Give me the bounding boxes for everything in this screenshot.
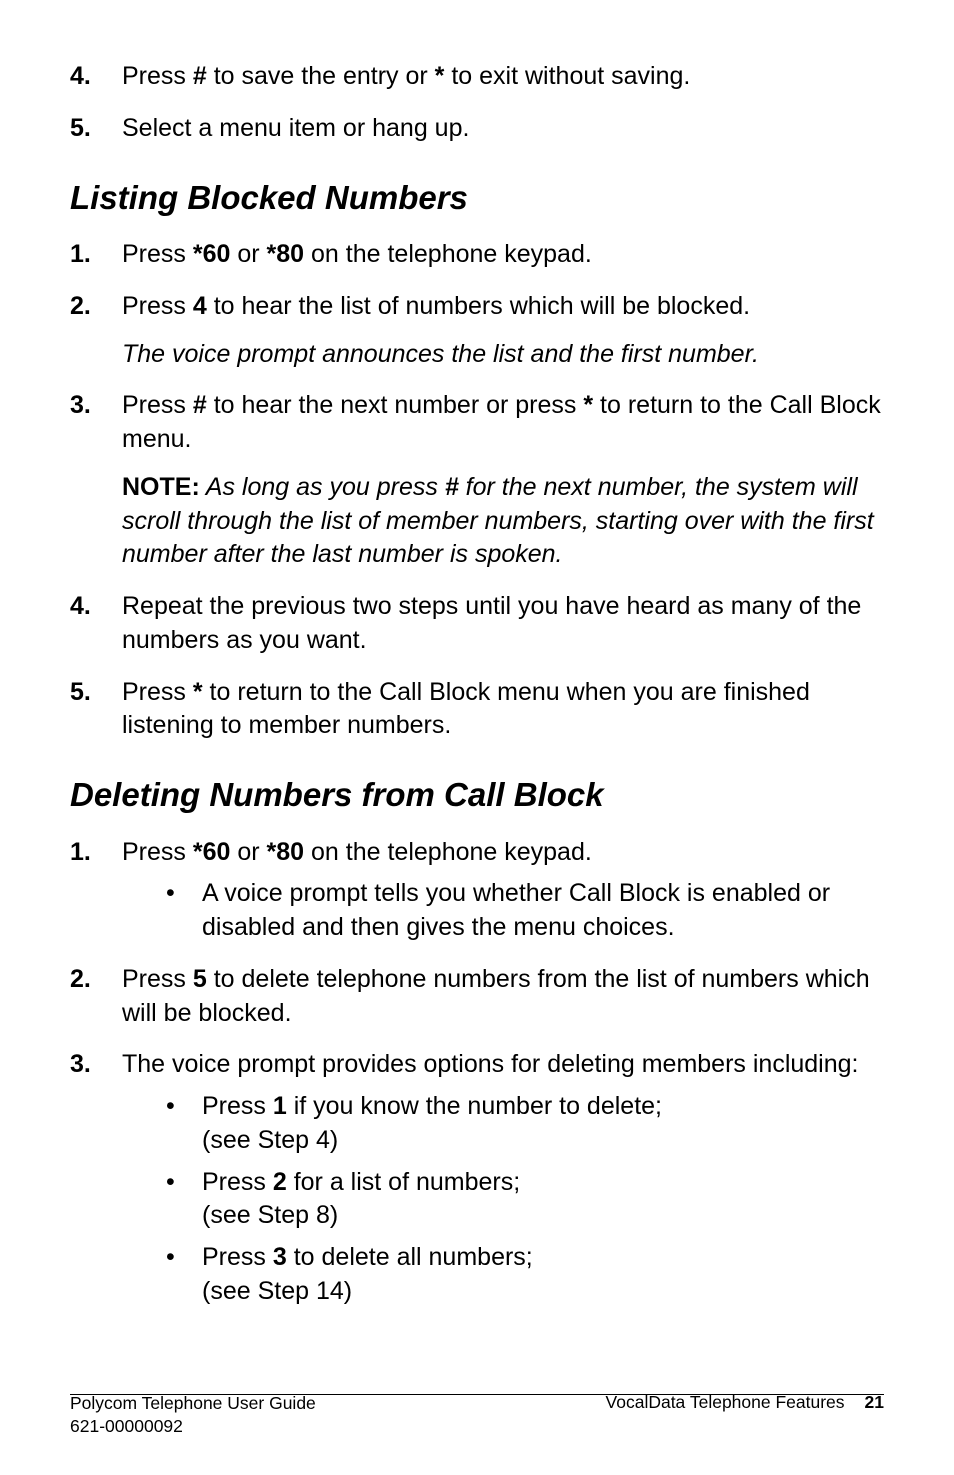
list-number: 3.	[70, 389, 122, 572]
list-item-a4: 4. Repeat the previous two steps until y…	[70, 590, 884, 658]
list-item-b3: 3. The voice prompt provides options for…	[70, 1048, 884, 1308]
note-block: NOTE: As long as you press # for the nex…	[122, 471, 884, 572]
footer-left: Polycom Telephone User Guide 621-0000009…	[70, 1392, 316, 1439]
list-item-top-4: 4. Press # to save the entry or * to exi…	[70, 60, 884, 94]
list-item-a2: 2. Press 4 to hear the list of numbers w…	[70, 290, 884, 372]
list-body: Press *60 or *80 on the telephone keypad…	[122, 836, 884, 945]
bullet-body: Press 3 to delete all numbers;(see Step …	[202, 1241, 884, 1309]
list-item-a1: 1. Press *60 or *80 on the telephone key…	[70, 238, 884, 272]
list-item-a3: 3. Press # to hear the next number or pr…	[70, 389, 884, 572]
bullet-item: • Press 3 to delete all numbers;(see Ste…	[166, 1241, 884, 1309]
bullet-icon: •	[166, 877, 202, 945]
list-item-b2: 2. Press 5 to delete telephone numbers f…	[70, 963, 884, 1031]
list-number: 5.	[70, 112, 122, 146]
list-body: Press # to hear the next number or press…	[122, 389, 884, 572]
list-number: 1.	[70, 238, 122, 272]
bullet-item: • Press 2 for a list of numbers;(see Ste…	[166, 1166, 884, 1234]
bullet-icon: •	[166, 1090, 202, 1158]
bullet-icon: •	[166, 1166, 202, 1234]
heading-deleting-numbers: Deleting Numbers from Call Block	[70, 773, 884, 818]
list-number: 4.	[70, 590, 122, 658]
page-content: 4. Press # to save the entry or * to exi…	[70, 60, 884, 1309]
footer-doc-number: 621-00000092	[70, 1416, 183, 1436]
list-number: 1.	[70, 836, 122, 945]
list-body: Press 5 to delete telephone numbers from…	[122, 963, 884, 1031]
list-body: Press * to return to the Call Block menu…	[122, 676, 884, 744]
bullet-body: Press 1 if you know the number to delete…	[202, 1090, 884, 1158]
bullet-icon: •	[166, 1241, 202, 1309]
list-number: 4.	[70, 60, 122, 94]
list-body: The voice prompt provides options for de…	[122, 1048, 884, 1308]
list-number: 5.	[70, 676, 122, 744]
list-item-b1: 1. Press *60 or *80 on the telephone key…	[70, 836, 884, 945]
bullet-item: • Press 1 if you know the number to dele…	[166, 1090, 884, 1158]
page-number: 21	[865, 1392, 884, 1412]
footer-guide-title: Polycom Telephone User Guide	[70, 1393, 316, 1413]
list-body: Repeat the previous two steps until you …	[122, 590, 884, 658]
list-item-top-5: 5. Select a menu item or hang up.	[70, 112, 884, 146]
footer-right: VocalData Telephone Features 21	[606, 1392, 884, 1439]
bullet-body: A voice prompt tells you whether Call Bl…	[202, 877, 884, 945]
bullet-body: Press 2 for a list of numbers;(see Step …	[202, 1166, 884, 1234]
list-body: Press # to save the entry or * to exit w…	[122, 60, 884, 94]
list-number: 2.	[70, 963, 122, 1031]
page-footer: Polycom Telephone User Guide 621-0000009…	[70, 1392, 884, 1439]
footer-section-title: VocalData Telephone Features	[606, 1392, 845, 1412]
list-number: 3.	[70, 1048, 122, 1308]
list-number: 2.	[70, 290, 122, 372]
list-item-a5: 5. Press * to return to the Call Block m…	[70, 676, 884, 744]
list-body: Select a menu item or hang up.	[122, 112, 884, 146]
list-body: Press *60 or *80 on the telephone keypad…	[122, 238, 884, 272]
heading-listing-blocked: Listing Blocked Numbers	[70, 176, 884, 221]
voice-prompt-note: The voice prompt announces the list and …	[122, 338, 884, 372]
bullet-item: • A voice prompt tells you whether Call …	[166, 877, 884, 945]
list-body: Press 4 to hear the list of numbers whic…	[122, 290, 884, 372]
